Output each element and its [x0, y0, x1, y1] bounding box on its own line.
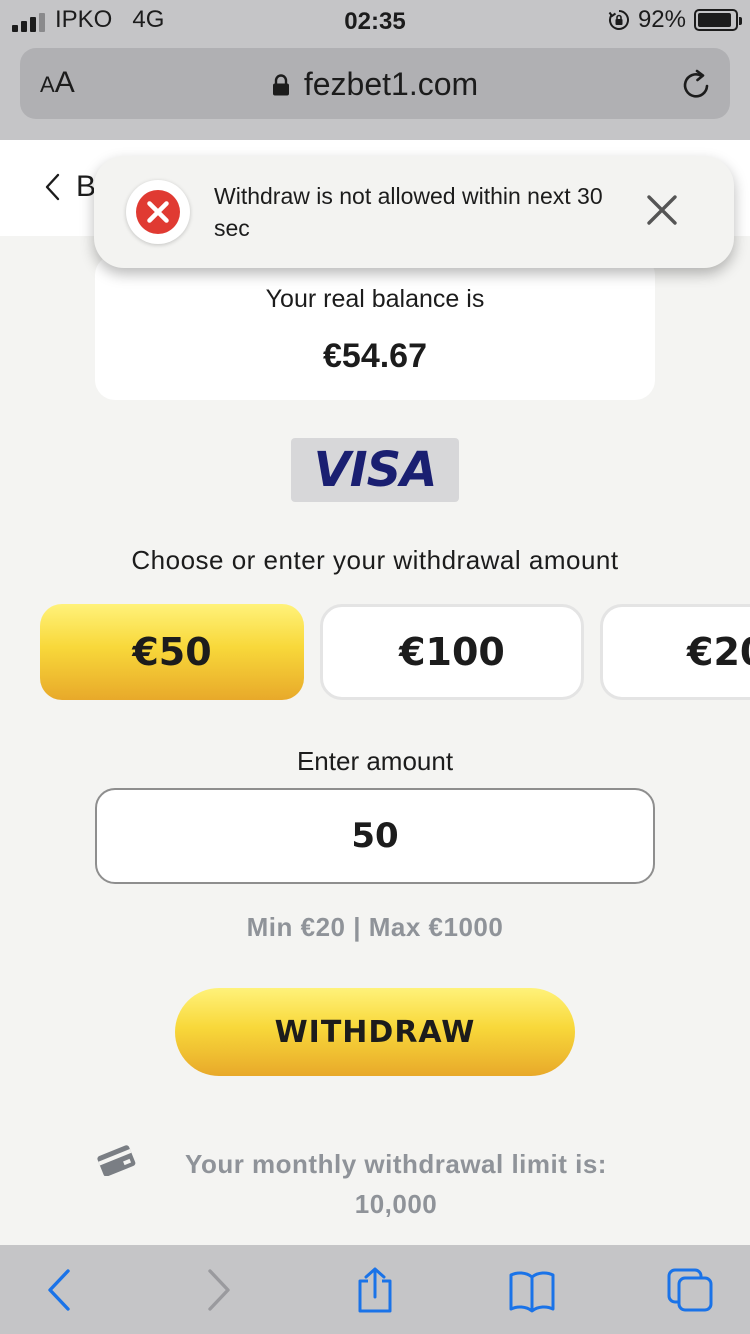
visa-logo: VISA	[291, 438, 459, 502]
toast-icon-wrap	[126, 180, 190, 244]
toast-message: Withdraw is not allowed within next 30 s…	[214, 183, 603, 241]
balance-value: €54.67	[323, 337, 427, 375]
amount-option-50[interactable]: €50	[40, 604, 304, 700]
chevron-left-icon	[45, 173, 60, 201]
padlock-icon	[272, 74, 289, 96]
status-bar: IPKO 4G 02:35 92%	[0, 0, 750, 40]
share-icon[interactable]	[351, 1267, 399, 1313]
error-icon	[136, 190, 180, 234]
monthly-limit-label: Your monthly withdrawal limit is:	[185, 1149, 607, 1179]
enter-amount-label: Enter amount	[296, 746, 454, 776]
url-text: fezbet1.com	[303, 66, 479, 102]
monthly-limit-value: 10,000	[354, 1189, 438, 1219]
status-right: 92%	[608, 6, 742, 33]
battery-percent: 92%	[637, 6, 686, 33]
amount-option-200[interactable]: €20	[600, 604, 750, 700]
page-back-link[interactable]: B	[44, 170, 96, 204]
bookmarks-icon[interactable]	[508, 1267, 556, 1313]
amount-option-label: €100	[399, 630, 505, 674]
url-display[interactable]: fezbet1.com	[20, 66, 730, 103]
page-back-label: B	[76, 170, 97, 203]
amount-option-label: €20	[687, 630, 750, 674]
reload-icon[interactable]	[680, 68, 714, 102]
amount-option-100[interactable]: €100	[320, 604, 584, 700]
amount-option-label: €50	[132, 630, 212, 674]
close-icon[interactable]	[644, 192, 680, 228]
browser-address-area: AA fezbet1.com	[0, 40, 750, 140]
battery-icon	[694, 9, 742, 31]
credit-card-icon	[97, 1145, 136, 1176]
error-toast: Withdraw is not allowed within next 30 s…	[94, 156, 734, 268]
amount-input[interactable]	[95, 788, 655, 884]
min-max-hint: Min €20 | Max €1000	[246, 912, 504, 942]
forward-icon[interactable]	[194, 1267, 242, 1313]
browser-toolbar	[0, 1245, 750, 1334]
battery-level	[698, 13, 732, 27]
orientation-lock-icon	[608, 10, 629, 30]
monthly-limit: Your monthly withdrawal limit is: 10,000	[140, 1144, 652, 1224]
balance-card: Your real balance is €54.67	[95, 255, 655, 400]
back-icon[interactable]	[36, 1267, 84, 1313]
withdraw-button[interactable]: WITHDRAW	[175, 988, 575, 1076]
visa-brand-text: VISA	[313, 442, 438, 498]
tabs-icon[interactable]	[666, 1267, 714, 1313]
address-bar[interactable]: AA fezbet1.com	[20, 48, 730, 119]
choose-amount-title: Choose or enter your withdrawal amount	[131, 545, 619, 575]
balance-label: Your real balance is	[265, 285, 485, 313]
